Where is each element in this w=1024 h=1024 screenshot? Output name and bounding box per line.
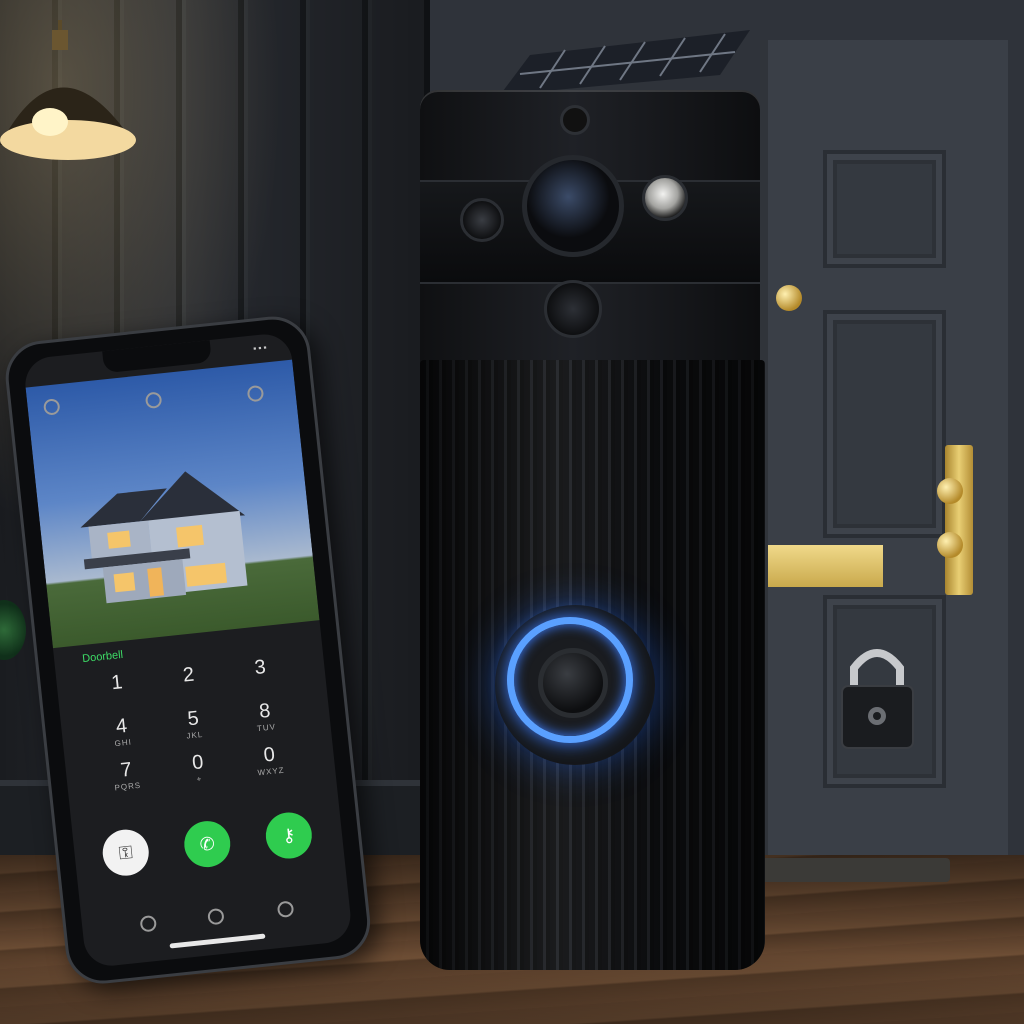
camera-icon[interactable] — [42, 398, 61, 416]
home-indicator[interactable] — [169, 933, 266, 949]
main-camera-lens-icon — [522, 155, 624, 257]
caller-label: Doorbell — [81, 648, 124, 666]
phone-icon[interactable]: ✆ — [182, 818, 233, 870]
status-icons: ▪▪▪ — [252, 341, 270, 354]
live-camera-view[interactable] — [25, 359, 320, 649]
handle-knob — [937, 532, 963, 558]
keypad-key-2[interactable]: 2 — [158, 661, 220, 690]
door-panel — [823, 310, 946, 538]
settings-icon[interactable] — [246, 384, 265, 403]
sensor-icon — [560, 105, 590, 135]
keypad-key-7[interactable]: 7 PQRS — [95, 756, 158, 794]
doorbell-press-button[interactable] — [495, 605, 655, 765]
video-icon[interactable] — [276, 900, 295, 919]
unlock-icon[interactable]: ⚷ — [263, 810, 315, 861]
door-panel — [823, 150, 946, 268]
speaker-icon[interactable] — [207, 907, 225, 926]
led-light-icon — [642, 175, 688, 221]
phone-screen: ▪▪▪ Doorbell 1 2 3 4 GHI 5 JKL 8 TUV 7 P… — [22, 331, 354, 969]
padlock-icon — [841, 649, 914, 749]
motion-sensor-icon — [544, 280, 602, 338]
house-icon — [79, 471, 248, 604]
door-handle — [945, 445, 973, 595]
keypad-key-8[interactable]: 8 TUV — [234, 697, 297, 735]
keypad-key-0[interactable]: 0 + — [167, 749, 230, 787]
scene: ▪▪▪ Doorbell 1 2 3 4 GHI 5 JKL 8 TUV 7 P… — [0, 0, 1024, 1024]
keypad-key-9[interactable]: 0 WXYZ — [238, 741, 301, 779]
brass-kick-plate — [768, 545, 883, 587]
record-icon[interactable] — [144, 391, 163, 410]
keypad-key-1[interactable]: 1 — [86, 669, 148, 698]
smartphone: ▪▪▪ Doorbell 1 2 3 4 GHI 5 JKL 8 TUV 7 P… — [1, 309, 413, 992]
keypad-key-3[interactable]: 3 — [229, 654, 291, 683]
keypad-key-5[interactable]: 5 JKL — [162, 705, 225, 743]
door-knob — [776, 285, 802, 311]
mic-icon[interactable] — [139, 914, 158, 933]
door-mat — [760, 858, 950, 882]
button-core — [538, 648, 608, 718]
key-icon[interactable]: ⚿ — [100, 827, 152, 878]
phone-notch — [102, 340, 212, 374]
ir-sensor-icon — [460, 198, 504, 242]
pendant-lamp-icon — [0, 20, 136, 160]
handle-knob — [937, 478, 963, 504]
video-doorbell — [420, 30, 770, 980]
keypad-key-4[interactable]: 4 GHI — [91, 712, 154, 750]
